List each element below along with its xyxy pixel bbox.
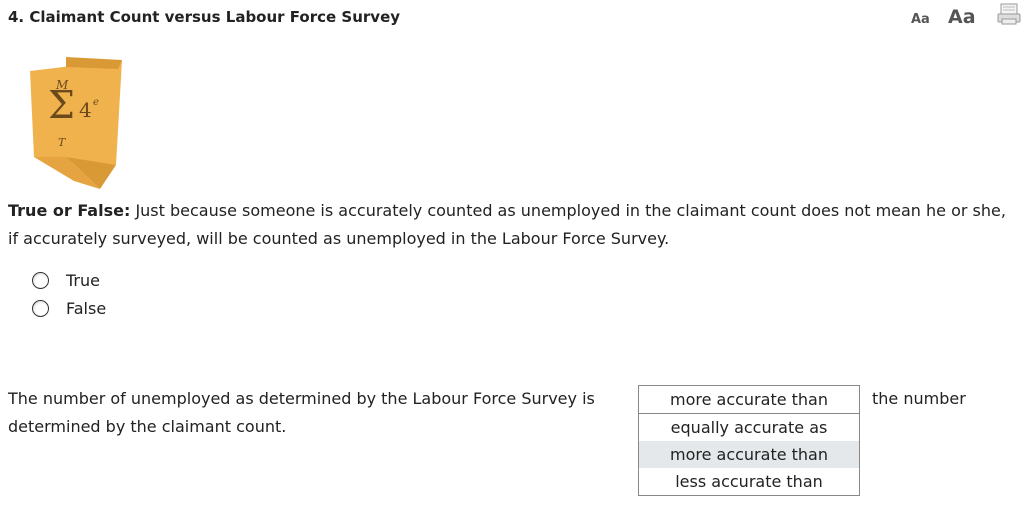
sentence-line-2: determined by the claimant count. <box>8 417 287 436</box>
print-icon[interactable] <box>997 3 1021 25</box>
question-body: Just because someone is accurately count… <box>8 201 1006 248</box>
logo-sigma: Σ <box>48 83 75 127</box>
dropdown-option[interactable]: more accurate than <box>639 441 859 468</box>
sentence-line-1: The number of unemployed as determined b… <box>8 389 595 408</box>
radio-button[interactable] <box>32 271 49 289</box>
dropdown-option[interactable]: less accurate than <box>639 468 859 495</box>
radio-button[interactable] <box>32 299 49 317</box>
question-text: True or False: Just because someone is a… <box>8 197 1013 253</box>
accuracy-dropdown[interactable]: more accurate than equally accurate as m… <box>638 385 860 496</box>
font-size-large-button[interactable]: Aa <box>948 6 976 28</box>
math-sigma-badge-icon <box>26 57 126 191</box>
sentence-text: The number of unemployed as determined b… <box>8 385 595 441</box>
option-false[interactable]: False <box>32 294 106 322</box>
answer-options: True False <box>32 266 106 322</box>
question-prefix: True or False: <box>8 201 131 220</box>
question-title: 4. Claimant Count versus Labour Force Su… <box>8 8 401 26</box>
logo-superscript: e <box>93 97 99 108</box>
font-size-small-button[interactable]: Aa <box>911 12 930 27</box>
logo-lower-limit: T <box>58 136 66 149</box>
dropdown-selected-value[interactable]: more accurate than <box>639 386 859 414</box>
option-label: False <box>66 298 107 318</box>
dropdown-option[interactable]: equally accurate as <box>639 414 859 441</box>
sentence-tail: the number <box>872 389 966 408</box>
option-label: True <box>66 270 100 290</box>
option-true[interactable]: True <box>32 266 106 294</box>
logo-term: 4 <box>79 98 92 122</box>
